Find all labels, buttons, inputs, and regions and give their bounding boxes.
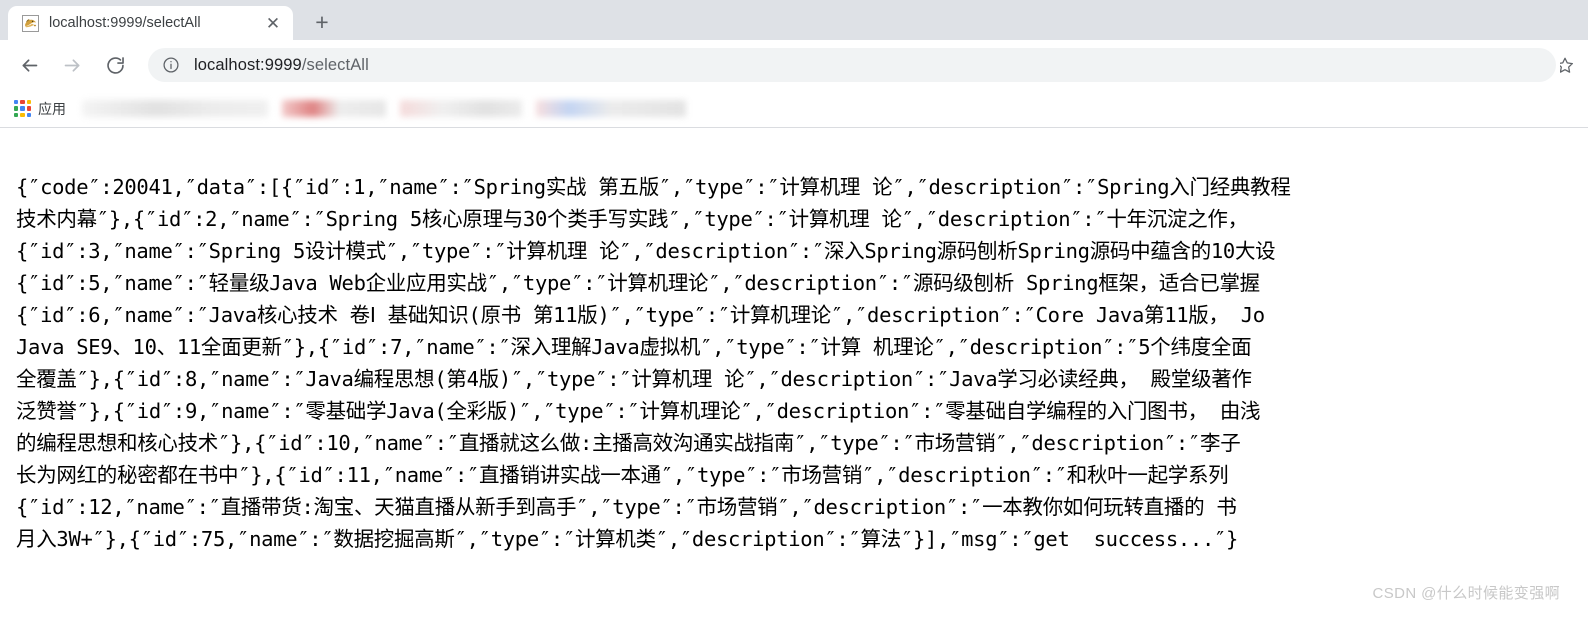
csdn-watermark: CSDN @什么时候能变强啊 — [1372, 585, 1560, 602]
json-line: 长为网红的秘密都在书中″},{″id″:11,″name″:″直播销讲实战一本通… — [16, 462, 1229, 487]
site-info-icon[interactable] — [162, 56, 180, 74]
page-viewport: {″code″:20041,″data″:[{″id″:1,″name″:″Sp… — [0, 128, 1588, 619]
json-response-text: {″code″:20041,″data″:[{″id″:1,″name″:″Sp… — [0, 149, 1588, 555]
json-line: {″id″:5,″name″:″轻量级Java Web企业应用实战″,″type… — [16, 270, 1260, 295]
url-host: localhost:9999 — [194, 55, 302, 74]
tab-strip: localhost:9999/selectAll ✕ + — [0, 0, 1588, 40]
apps-shortcut[interactable]: 应用 — [14, 99, 66, 119]
json-line: Java SE9、10、11全面更新″},{″id″:7,″name″:″深入理… — [16, 334, 1252, 359]
json-line: 全覆盖″},{″id″:8,″name″:″Java编程思想(第4版)″,″ty… — [16, 366, 1252, 391]
forward-button[interactable] — [55, 48, 89, 82]
browser-window: localhost:9999/selectAll ✕ + localhost:9… — [0, 0, 1588, 619]
tomcat-favicon — [22, 14, 39, 32]
tab-title: localhost:9999/selectAll — [49, 15, 201, 31]
back-button[interactable] — [12, 48, 46, 82]
reload-button[interactable] — [98, 48, 132, 82]
bookmark-items — [82, 100, 1588, 117]
browser-toolbar: localhost:9999/selectAll — [0, 40, 1588, 90]
bookmark-star-icon[interactable] — [1560, 56, 1574, 74]
json-line: 月入3W+″},{″id″:75,″name″:″数据挖掘高斯″,″type″:… — [16, 526, 1239, 551]
bookmark-item[interactable] — [82, 100, 268, 117]
address-bar[interactable]: localhost:9999/selectAll — [148, 48, 1556, 82]
apps-grid-icon — [14, 100, 31, 117]
bookmark-item[interactable] — [400, 100, 522, 117]
bookmark-item[interactable] — [282, 100, 386, 117]
url-path: /selectAll — [301, 55, 369, 74]
json-line: 技术内幕″},{″id″:2,″name″:″Spring 5核心原理与30个类… — [16, 206, 1248, 231]
new-tab-button[interactable]: + — [307, 7, 337, 37]
json-line: {″id″:12,″name″:″直播带货:淘宝、天猫直播从新手到高手″,″ty… — [16, 494, 1237, 519]
address-bar-url[interactable]: localhost:9999/selectAll — [194, 56, 369, 75]
browser-tab[interactable]: localhost:9999/selectAll ✕ — [8, 6, 293, 40]
apps-shortcut-label: 应用 — [38, 100, 66, 117]
json-line: {″code″:20041,″data″:[{″id″:1,″name″:″Sp… — [16, 174, 1291, 199]
json-line: {″id″:3,″name″:″Spring 5设计模式″,″type″:″计算… — [16, 238, 1276, 263]
bookmarks-bar: 应用 — [0, 90, 1588, 128]
json-line: 的编程思想和核心技术″},{″id″:10,″name″:″直播就这么做:主播高… — [16, 430, 1241, 455]
json-line: 泛赞誉″},{″id″:9,″name″:″零基础学Java(全彩版)″,″ty… — [16, 398, 1261, 423]
bookmark-item[interactable] — [536, 100, 686, 117]
close-icon[interactable]: ✕ — [263, 13, 283, 33]
json-line: {″id″:6,″name″:″Java核心技术 卷Ⅰ 基础知识(原书 第11版… — [16, 302, 1265, 327]
toolbar-overflow-area — [1560, 48, 1574, 82]
